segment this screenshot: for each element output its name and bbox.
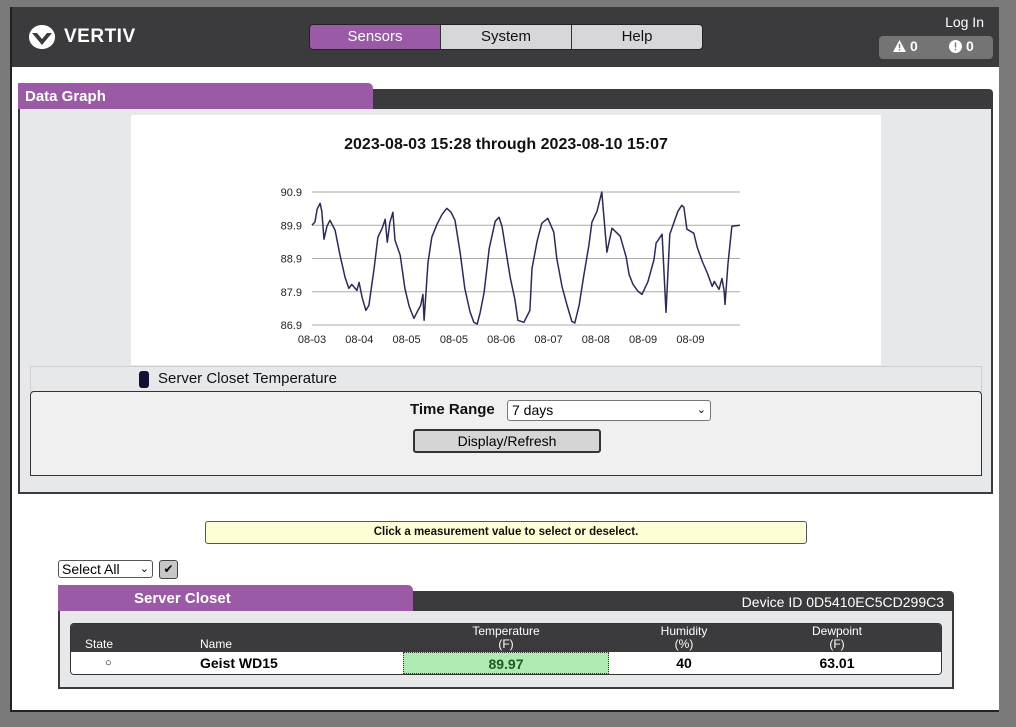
x-tick-label: 08-09 — [676, 334, 704, 346]
alarm-summary[interactable]: 0 0 — [879, 36, 993, 59]
panel-title: Data Graph — [18, 83, 373, 110]
chart-container: 2023-08-03 15:28 through 2023-08-10 15:0… — [131, 115, 881, 365]
x-tick-label: 08-08 — [582, 334, 610, 346]
temperature-value[interactable]: 89.97 — [403, 652, 609, 674]
y-tick-label: 88.9 — [281, 254, 302, 266]
state-icon: ○ — [105, 657, 112, 669]
graph-controls: Time Range 7 days ⌄ Display/Refresh — [30, 391, 982, 476]
col-temperature-unit: (F) — [498, 637, 514, 651]
col-temperature: Temperature (F) — [403, 625, 609, 651]
graph-body: 2023-08-03 15:28 through 2023-08-10 15:0… — [18, 109, 993, 494]
x-tick-label: 08-09 — [629, 334, 657, 346]
col-name: Name — [200, 637, 233, 651]
apply-selection-button[interactable]: ✔ — [159, 560, 178, 579]
checkmark-icon: ✔ — [163, 562, 174, 576]
y-tick-label: 89.9 — [281, 220, 302, 232]
col-state: State — [85, 637, 114, 651]
vertiv-logo: VERTIV — [28, 24, 136, 50]
vertiv-logo-icon — [29, 25, 55, 49]
line-chart: 2023-08-03 15:28 through 2023-08-10 15:0… — [281, 136, 741, 346]
data-graph-panel: Data Graph 2023-08-03 15:28 through 2023… — [18, 83, 993, 497]
alarm-count-value: 0 — [966, 38, 974, 54]
sensor-panel-title: Server Closet — [58, 585, 413, 612]
sensor-table: State Name Temperature (F) Humidity (%) … — [70, 623, 942, 675]
time-range-select[interactable]: 7 days ⌄ — [507, 400, 711, 421]
select-all-dropdown[interactable]: Select All ⌄ — [58, 560, 153, 578]
app-frame: VERTIV Sensors System Help Log In 0 0 Da… — [10, 7, 999, 712]
login-link[interactable]: Log In — [945, 14, 984, 30]
brand-name: VERTIV — [64, 26, 136, 47]
col-dewpoint: Dewpoint (F) — [759, 625, 915, 651]
legend-swatch — [139, 371, 149, 388]
tab-help[interactable]: Help — [571, 25, 702, 49]
display-refresh-button[interactable]: Display/Refresh — [413, 429, 601, 453]
tab-system[interactable]: System — [440, 25, 571, 49]
y-tick-label: 90.9 — [281, 187, 302, 199]
x-tick-label: 08-06 — [487, 334, 515, 346]
table-header: State Name Temperature (F) Humidity (%) … — [71, 624, 941, 652]
x-tick-label: 08-05 — [393, 334, 421, 346]
warning-count-value: 0 — [910, 38, 918, 54]
info-bar: Click a measurement value to select or d… — [205, 521, 807, 544]
y-tick-label: 87.9 — [281, 287, 302, 299]
col-humidity: Humidity (%) — [609, 625, 759, 651]
sensor-name: Geist WD15 — [200, 655, 278, 671]
tab-sensors[interactable]: Sensors — [310, 25, 440, 49]
x-tick-label: 08-07 — [534, 334, 562, 346]
time-range-label: Time Range — [410, 401, 495, 418]
warning-icon — [893, 40, 906, 52]
device-id: Device ID 0D5410EC5CD299C3 — [741, 594, 944, 610]
chevron-down-icon: ⌄ — [696, 404, 706, 416]
chart-title: 2023-08-03 15:28 through 2023-08-10 15:0… — [344, 136, 668, 153]
chevron-down-icon: ⌄ — [139, 563, 149, 575]
chart-legend: Server Closet Temperature — [30, 366, 982, 392]
alert-circle-icon — [949, 39, 962, 53]
alarm-count[interactable]: 0 — [949, 38, 974, 54]
select-all-value: Select All — [62, 561, 120, 577]
top-bar: VERTIV Sensors System Help Log In 0 0 — [12, 7, 999, 67]
x-tick-label: 08-04 — [345, 334, 373, 346]
humidity-value[interactable]: 40 — [609, 652, 759, 674]
legend-label: Server Closet Temperature — [158, 370, 337, 387]
dewpoint-value[interactable]: 63.01 — [759, 652, 915, 674]
table-row: ○ Geist WD15 89.97 40 63.01 — [71, 652, 941, 674]
x-tick-label: 08-03 — [298, 334, 326, 346]
sensor-panel-server-closet: Device ID 0D5410EC5CD299C3 Server Closet… — [58, 585, 954, 691]
warning-count[interactable]: 0 — [893, 38, 918, 54]
sensor-body: State Name Temperature (F) Humidity (%) … — [58, 611, 954, 689]
main-nav: Sensors System Help — [309, 24, 703, 50]
x-tick-label: 08-05 — [440, 334, 468, 346]
col-dewpoint-unit: (F) — [829, 637, 845, 651]
time-range-value: 7 days — [512, 402, 554, 418]
col-humidity-unit: (%) — [674, 637, 694, 651]
y-tick-label: 86.9 — [281, 320, 302, 332]
